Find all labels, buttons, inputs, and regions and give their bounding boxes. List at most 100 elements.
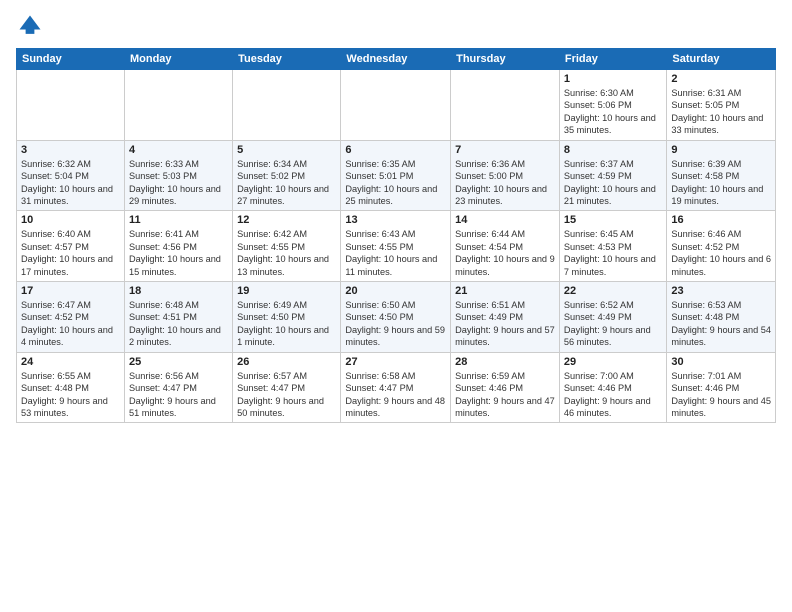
day-number: 29 (564, 356, 663, 368)
col-header-wednesday: Wednesday (341, 49, 451, 70)
day-number: 8 (564, 144, 663, 156)
week-row-4: 17 Sunrise: 6:47 AM Sunset: 4:52 PM Dayli… (17, 282, 776, 353)
day-number: 30 (671, 356, 771, 368)
day-cell: 1 Sunrise: 6:30 AM Sunset: 5:06 PM Daylig… (559, 70, 667, 141)
day-number: 18 (129, 285, 228, 297)
day-cell: 15 Sunrise: 6:45 AM Sunset: 4:53 PM Dayli… (559, 211, 667, 282)
day-number: 25 (129, 356, 228, 368)
day-cell: 20 Sunrise: 6:50 AM Sunset: 4:50 PM Dayli… (341, 282, 451, 353)
day-detail: Sunrise: 6:37 AM Sunset: 4:59 PM Dayligh… (564, 158, 663, 208)
day-number: 20 (345, 285, 446, 297)
day-detail: Sunrise: 6:59 AM Sunset: 4:46 PM Dayligh… (455, 370, 555, 420)
day-detail: Sunrise: 6:31 AM Sunset: 5:05 PM Dayligh… (671, 87, 771, 137)
day-cell: 25Sunrise: 6:56 AM Sunset: 4:47 PM Dayli… (124, 352, 232, 423)
day-cell: 30 Sunrise: 7:01 AM Sunset: 4:46 PM Dayli… (667, 352, 776, 423)
day-number: 5 (237, 144, 336, 156)
week-row-2: 3 Sunrise: 6:32 AM Sunset: 5:04 PM Daylig… (17, 140, 776, 211)
day-cell: 16 Sunrise: 6:46 AM Sunset: 4:52 PM Dayli… (667, 211, 776, 282)
day-cell: 17 Sunrise: 6:47 AM Sunset: 4:52 PM Dayli… (17, 282, 125, 353)
day-cell: 26 Sunrise: 6:57 AM Sunset: 4:47 PM Dayli… (233, 352, 341, 423)
day-number: 21 (455, 285, 555, 297)
calendar-table: SundayMondayTuesdayWednesdayThursdayFrid… (16, 48, 776, 423)
day-detail: Sunrise: 6:53 AM Sunset: 4:48 PM Dayligh… (671, 299, 771, 349)
day-number: 16 (671, 214, 771, 226)
col-header-sunday: Sunday (17, 49, 125, 70)
day-detail: Sunrise: 6:40 AM Sunset: 4:57 PM Dayligh… (21, 228, 120, 278)
day-cell: 19 Sunrise: 6:49 AM Sunset: 4:50 PM Dayli… (233, 282, 341, 353)
day-number: 2 (671, 73, 771, 85)
day-cell: 3 Sunrise: 6:32 AM Sunset: 5:04 PM Daylig… (17, 140, 125, 211)
day-detail: Sunrise: 6:44 AM Sunset: 4:54 PM Dayligh… (455, 228, 555, 278)
day-number: 24 (21, 356, 120, 368)
col-header-friday: Friday (559, 49, 667, 70)
week-row-3: 10Sunrise: 6:40 AM Sunset: 4:57 PM Dayli… (17, 211, 776, 282)
day-detail: Sunrise: 6:34 AM Sunset: 5:02 PM Dayligh… (237, 158, 336, 208)
page: SundayMondayTuesdayWednesdayThursdayFrid… (0, 0, 792, 612)
day-cell (233, 70, 341, 141)
day-cell: 21 Sunrise: 6:51 AM Sunset: 4:49 PM Dayli… (451, 282, 560, 353)
day-detail: Sunrise: 6:48 AM Sunset: 4:51 PM Dayligh… (129, 299, 228, 349)
day-detail: Sunrise: 6:30 AM Sunset: 5:06 PM Dayligh… (564, 87, 663, 137)
day-detail: Sunrise: 6:41 AM Sunset: 4:56 PM Dayligh… (129, 228, 228, 278)
day-cell: 22 Sunrise: 6:52 AM Sunset: 4:49 PM Dayli… (559, 282, 667, 353)
day-cell: 12 Sunrise: 6:42 AM Sunset: 4:55 PM Dayli… (233, 211, 341, 282)
day-detail: Sunrise: 6:39 AM Sunset: 4:58 PM Dayligh… (671, 158, 771, 208)
day-number: 15 (564, 214, 663, 226)
day-cell: 2 Sunrise: 6:31 AM Sunset: 5:05 PM Daylig… (667, 70, 776, 141)
day-cell (124, 70, 232, 141)
day-number: 3 (21, 144, 120, 156)
day-cell: 6 Sunrise: 6:35 AM Sunset: 5:01 PM Daylig… (341, 140, 451, 211)
day-cell: 29 Sunrise: 7:00 AM Sunset: 4:46 PM Dayli… (559, 352, 667, 423)
col-header-saturday: Saturday (667, 49, 776, 70)
day-detail: Sunrise: 6:47 AM Sunset: 4:52 PM Dayligh… (21, 299, 120, 349)
day-cell: 9 Sunrise: 6:39 AM Sunset: 4:58 PM Daylig… (667, 140, 776, 211)
day-detail: Sunrise: 7:00 AM Sunset: 4:46 PM Dayligh… (564, 370, 663, 420)
day-detail: Sunrise: 6:52 AM Sunset: 4:49 PM Dayligh… (564, 299, 663, 349)
day-number: 13 (345, 214, 446, 226)
day-number: 17 (21, 285, 120, 297)
header (16, 12, 776, 40)
day-detail: Sunrise: 6:50 AM Sunset: 4:50 PM Dayligh… (345, 299, 446, 349)
calendar-header-row: SundayMondayTuesdayWednesdayThursdayFrid… (17, 49, 776, 70)
day-cell: 24Sunrise: 6:55 AM Sunset: 4:48 PM Dayli… (17, 352, 125, 423)
day-detail: Sunrise: 6:33 AM Sunset: 5:03 PM Dayligh… (129, 158, 228, 208)
day-detail: Sunrise: 6:43 AM Sunset: 4:55 PM Dayligh… (345, 228, 446, 278)
day-detail: Sunrise: 6:35 AM Sunset: 5:01 PM Dayligh… (345, 158, 446, 208)
day-cell: 5 Sunrise: 6:34 AM Sunset: 5:02 PM Daylig… (233, 140, 341, 211)
day-cell: 7 Sunrise: 6:36 AM Sunset: 5:00 PM Daylig… (451, 140, 560, 211)
day-number: 9 (671, 144, 771, 156)
day-cell: 8 Sunrise: 6:37 AM Sunset: 4:59 PM Daylig… (559, 140, 667, 211)
day-number: 28 (455, 356, 555, 368)
day-detail: Sunrise: 6:32 AM Sunset: 5:04 PM Dayligh… (21, 158, 120, 208)
day-cell: 13 Sunrise: 6:43 AM Sunset: 4:55 PM Dayli… (341, 211, 451, 282)
day-detail: Sunrise: 6:46 AM Sunset: 4:52 PM Dayligh… (671, 228, 771, 278)
day-number: 22 (564, 285, 663, 297)
col-header-thursday: Thursday (451, 49, 560, 70)
day-cell: 28 Sunrise: 6:59 AM Sunset: 4:46 PM Dayli… (451, 352, 560, 423)
day-detail: Sunrise: 6:49 AM Sunset: 4:50 PM Dayligh… (237, 299, 336, 349)
day-number: 1 (564, 73, 663, 85)
day-number: 4 (129, 144, 228, 156)
day-cell: 10Sunrise: 6:40 AM Sunset: 4:57 PM Dayli… (17, 211, 125, 282)
day-detail: Sunrise: 6:36 AM Sunset: 5:00 PM Dayligh… (455, 158, 555, 208)
day-number: 19 (237, 285, 336, 297)
day-number: 11 (129, 214, 228, 226)
col-header-monday: Monday (124, 49, 232, 70)
day-detail: Sunrise: 6:42 AM Sunset: 4:55 PM Dayligh… (237, 228, 336, 278)
day-number: 6 (345, 144, 446, 156)
day-detail: Sunrise: 6:58 AM Sunset: 4:47 PM Dayligh… (345, 370, 446, 420)
col-header-tuesday: Tuesday (233, 49, 341, 70)
day-number: 12 (237, 214, 336, 226)
week-row-5: 24Sunrise: 6:55 AM Sunset: 4:48 PM Dayli… (17, 352, 776, 423)
day-cell: 4 Sunrise: 6:33 AM Sunset: 5:03 PM Daylig… (124, 140, 232, 211)
day-cell (17, 70, 125, 141)
day-detail: Sunrise: 6:51 AM Sunset: 4:49 PM Dayligh… (455, 299, 555, 349)
day-cell: 23Sunrise: 6:53 AM Sunset: 4:48 PM Dayli… (667, 282, 776, 353)
day-detail: Sunrise: 7:01 AM Sunset: 4:46 PM Dayligh… (671, 370, 771, 420)
day-number: 26 (237, 356, 336, 368)
day-number: 7 (455, 144, 555, 156)
day-detail: Sunrise: 6:57 AM Sunset: 4:47 PM Dayligh… (237, 370, 336, 420)
day-cell: 27Sunrise: 6:58 AM Sunset: 4:47 PM Dayli… (341, 352, 451, 423)
day-cell (341, 70, 451, 141)
day-detail: Sunrise: 6:45 AM Sunset: 4:53 PM Dayligh… (564, 228, 663, 278)
